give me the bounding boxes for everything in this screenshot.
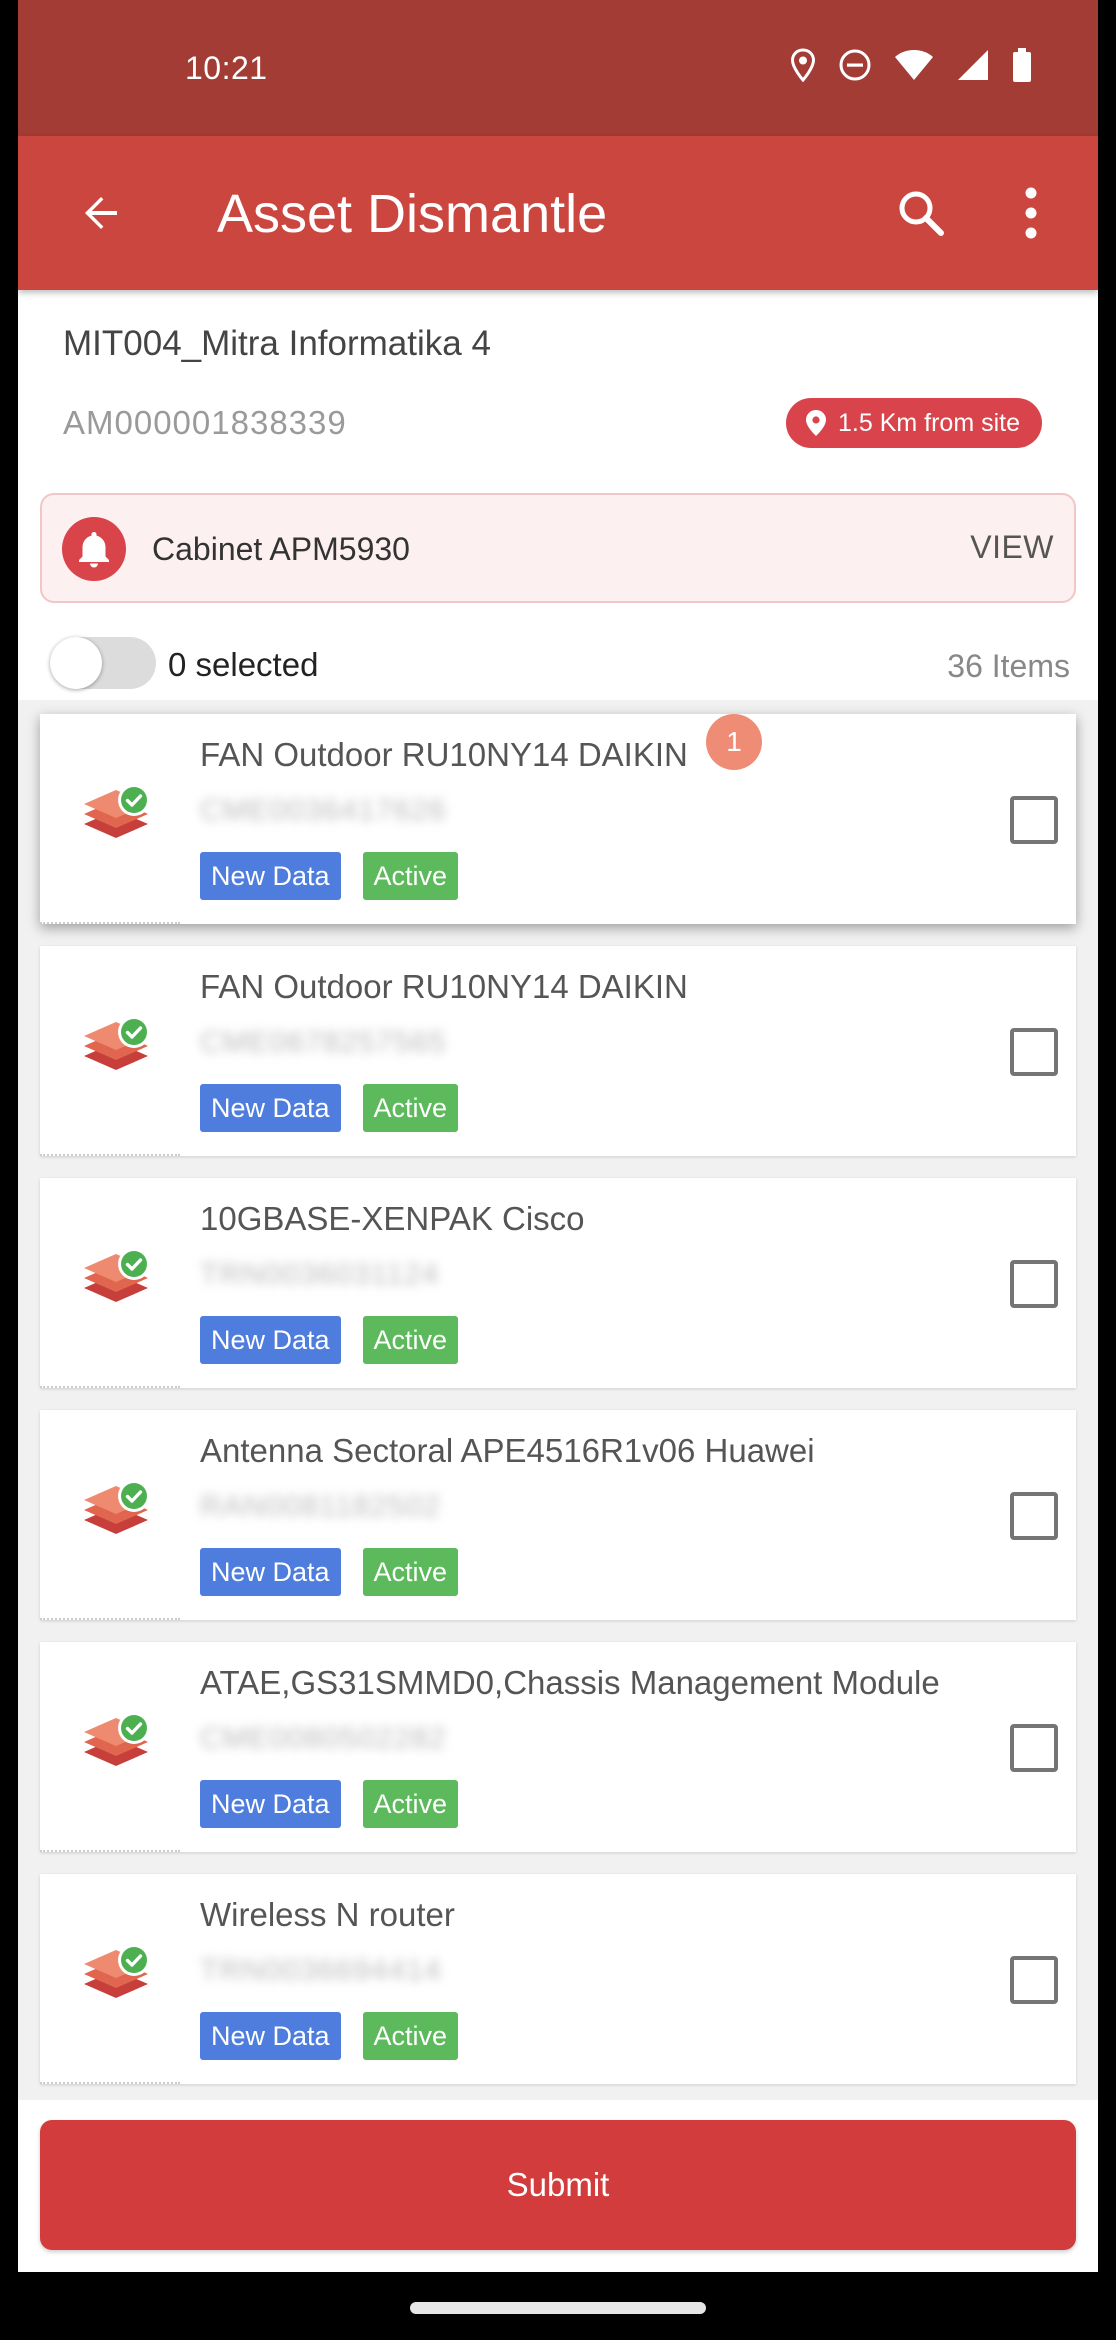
layers-check-icon bbox=[84, 1480, 150, 1534]
active-tag: Active bbox=[362, 2012, 459, 2060]
back-button[interactable] bbox=[66, 178, 136, 248]
item-name: FAN Outdoor RU10NY14 DAIKIN bbox=[200, 736, 688, 773]
footer: Submit bbox=[18, 2100, 1098, 2272]
active-tag: Active bbox=[362, 1780, 459, 1828]
divider bbox=[40, 922, 180, 924]
item-serial: TRN0036694414 bbox=[200, 1954, 442, 1987]
item-checkbox[interactable] bbox=[1010, 1724, 1058, 1772]
status-time: 10:21 bbox=[185, 50, 268, 86]
asset-list: FAN Outdoor RU10NY14 DAIKIN CME003641762… bbox=[18, 700, 1098, 2100]
selection-row: 0 selected 36 Items bbox=[18, 630, 1098, 700]
layers-check-icon bbox=[84, 1016, 150, 1070]
site-name: MIT004_Mitra Informatika 4 bbox=[63, 324, 491, 363]
layers-check-icon bbox=[84, 1248, 150, 1302]
distance-text: 1.5 Km from site bbox=[838, 408, 1020, 437]
app-bar: Asset Dismantle bbox=[18, 136, 1098, 290]
active-tag: Active bbox=[362, 1316, 459, 1364]
new-data-tag: New Data bbox=[200, 2012, 341, 2060]
item-checkbox[interactable] bbox=[1010, 1028, 1058, 1076]
items-count: 36 Items bbox=[947, 648, 1070, 684]
list-item[interactable]: Wireless N router TRN0036694414 New Data… bbox=[40, 1874, 1076, 2084]
new-data-tag: New Data bbox=[200, 1316, 341, 1364]
item-name: ATAE,GS31SMMD0,Chassis Management Module bbox=[200, 1664, 940, 1701]
cabinet-banner: Cabinet APM5930 VIEW bbox=[40, 493, 1076, 603]
list-item[interactable]: Antenna Sectoral APE4516R1v06 Huawei RAN… bbox=[40, 1410, 1076, 1620]
layers-check-icon bbox=[84, 1712, 150, 1766]
divider bbox=[40, 1386, 180, 1388]
select-all-toggle[interactable] bbox=[50, 637, 156, 689]
item-tags: New Data Active bbox=[200, 1780, 459, 1828]
item-name: Antenna Sectoral APE4516R1v06 Huawei bbox=[200, 1432, 815, 1469]
cabinet-label: Cabinet APM5930 bbox=[152, 531, 410, 567]
divider bbox=[40, 1618, 180, 1620]
new-data-tag: New Data bbox=[200, 1548, 341, 1596]
item-tags: New Data Active bbox=[200, 1084, 459, 1132]
item-name: FAN Outdoor RU10NY14 DAIKIN bbox=[200, 968, 688, 1005]
item-checkbox[interactable] bbox=[1010, 796, 1058, 844]
item-tags: New Data Active bbox=[200, 2012, 459, 2060]
search-button[interactable] bbox=[886, 178, 956, 248]
layers-check-icon bbox=[84, 1944, 150, 1998]
selected-count: 0 selected bbox=[168, 646, 319, 683]
location-icon bbox=[790, 48, 816, 82]
new-data-tag: New Data bbox=[200, 1084, 341, 1132]
item-serial: CME0036417626 bbox=[200, 794, 447, 827]
item-badge: 1 bbox=[706, 714, 762, 770]
status-bar: 10:21 bbox=[18, 0, 1098, 136]
phone-screen: 10:21 Asset Dismantle MIT004_Mitra Infor… bbox=[18, 0, 1098, 2340]
list-item[interactable]: FAN Outdoor RU10NY14 DAIKIN CME067825756… bbox=[40, 946, 1076, 1156]
layers-check-icon bbox=[84, 784, 150, 838]
list-item[interactable]: FAN Outdoor RU10NY14 DAIKIN CME003641762… bbox=[40, 714, 1076, 924]
location-pin-icon bbox=[806, 410, 826, 436]
item-tags: New Data Active bbox=[200, 1316, 459, 1364]
item-tags: New Data Active bbox=[200, 1548, 459, 1596]
item-serial: TRN0036031124 bbox=[200, 1258, 440, 1291]
item-checkbox[interactable] bbox=[1010, 1260, 1058, 1308]
signal-icon bbox=[956, 48, 990, 82]
new-data-tag: New Data bbox=[200, 852, 341, 900]
cabinet-view-button[interactable]: VIEW bbox=[970, 529, 1054, 566]
item-tags: New Data Active bbox=[200, 852, 459, 900]
active-tag: Active bbox=[362, 1084, 459, 1132]
search-icon bbox=[899, 191, 944, 236]
item-checkbox[interactable] bbox=[1010, 1492, 1058, 1540]
item-name: 10GBASE-XENPAK Cisco bbox=[200, 1200, 585, 1237]
distance-badge: 1.5 Km from site bbox=[786, 398, 1042, 448]
submit-button[interactable]: Submit bbox=[40, 2120, 1076, 2250]
battery-icon bbox=[1012, 48, 1032, 82]
overflow-menu-button[interactable] bbox=[1006, 178, 1056, 248]
wifi-icon bbox=[894, 49, 934, 81]
divider bbox=[40, 1154, 180, 1156]
item-name: Wireless N router bbox=[200, 1896, 455, 1933]
divider bbox=[40, 2082, 180, 2084]
new-data-tag: New Data bbox=[200, 1780, 341, 1828]
dnd-icon bbox=[838, 48, 872, 82]
list-item[interactable]: 10GBASE-XENPAK Cisco TRN0036031124 New D… bbox=[40, 1178, 1076, 1388]
item-serial: CME0080502282 bbox=[200, 1722, 447, 1755]
page-title: Asset Dismantle bbox=[217, 184, 608, 244]
system-nav-bar bbox=[18, 2272, 1098, 2340]
divider bbox=[40, 1850, 180, 1852]
more-vert-icon bbox=[1025, 187, 1037, 239]
bell-icon bbox=[62, 517, 126, 581]
asset-id: AM000001838339 bbox=[63, 404, 347, 441]
item-serial: RAN0081182502 bbox=[200, 1490, 441, 1523]
arrow-back-icon bbox=[85, 197, 117, 229]
item-checkbox[interactable] bbox=[1010, 1956, 1058, 2004]
toggle-knob bbox=[50, 637, 102, 689]
active-tag: Active bbox=[362, 852, 459, 900]
active-tag: Active bbox=[362, 1548, 459, 1596]
list-item[interactable]: ATAE,GS31SMMD0,Chassis Management Module… bbox=[40, 1642, 1076, 1852]
item-serial: CME0678257565 bbox=[200, 1026, 447, 1059]
status-icons bbox=[790, 48, 1032, 82]
home-gesture-handle[interactable] bbox=[410, 2302, 706, 2314]
